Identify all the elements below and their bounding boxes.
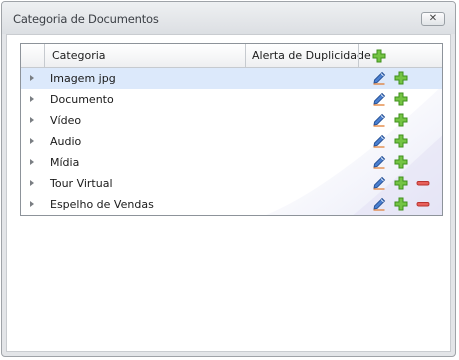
- close-button[interactable]: ✕: [421, 12, 445, 26]
- expand-arrow-icon[interactable]: [30, 159, 34, 165]
- edit-button[interactable]: [372, 155, 386, 169]
- category-name: Imagem jpg: [50, 72, 116, 85]
- category-name: Mídia: [50, 156, 80, 169]
- table-row[interactable]: Mídia: [21, 152, 442, 173]
- add-subcategory-button[interactable]: [394, 71, 408, 85]
- add-category-button[interactable]: [372, 49, 386, 63]
- dialog-content: Categoria Alerta de Duplicidade Imagem j…: [6, 34, 451, 352]
- add-subcategory-button[interactable]: [394, 197, 408, 211]
- category-name: Espelho de Vendas: [50, 198, 154, 211]
- header-separator: [358, 44, 359, 67]
- grid-header: Categoria Alerta de Duplicidade: [21, 44, 442, 68]
- close-icon: ✕: [428, 13, 438, 24]
- table-row[interactable]: Audio: [21, 131, 442, 152]
- column-header-categoria[interactable]: Categoria: [52, 44, 106, 67]
- add-subcategory-button[interactable]: [394, 134, 408, 148]
- category-name: Documento: [50, 93, 114, 106]
- expand-arrow-icon[interactable]: [30, 138, 34, 144]
- category-name: Tour Virtual: [50, 177, 113, 190]
- add-subcategory-button[interactable]: [394, 176, 408, 190]
- expand-arrow-icon[interactable]: [30, 201, 34, 207]
- remove-button[interactable]: [416, 176, 430, 190]
- edit-button[interactable]: [372, 71, 386, 85]
- table-row[interactable]: Vídeo: [21, 110, 442, 131]
- add-subcategory-button[interactable]: [394, 155, 408, 169]
- table-row[interactable]: Imagem jpg: [21, 68, 442, 89]
- dialog-titlebar[interactable]: Categoria de Documentos ✕: [2, 2, 455, 34]
- category-name: Audio: [50, 135, 82, 148]
- add-subcategory-button[interactable]: [394, 113, 408, 127]
- column-header-alerta[interactable]: Alerta de Duplicidade: [252, 44, 371, 67]
- category-name: Vídeo: [50, 114, 82, 127]
- table-row[interactable]: Tour Virtual: [21, 173, 442, 194]
- edit-button[interactable]: [372, 113, 386, 127]
- category-grid: Categoria Alerta de Duplicidade Imagem j…: [20, 43, 443, 216]
- expand-arrow-icon[interactable]: [30, 96, 34, 102]
- expand-arrow-icon[interactable]: [30, 75, 34, 81]
- header-separator: [44, 44, 45, 67]
- category-dialog: Categoria de Documentos ✕ Categoria Aler…: [1, 1, 456, 357]
- add-subcategory-button[interactable]: [394, 92, 408, 106]
- edit-button[interactable]: [372, 176, 386, 190]
- table-row[interactable]: Documento: [21, 89, 442, 110]
- header-separator: [245, 44, 246, 67]
- edit-button[interactable]: [372, 197, 386, 211]
- expand-arrow-icon[interactable]: [30, 180, 34, 186]
- dialog-title: Categoria de Documentos: [13, 12, 159, 26]
- table-row[interactable]: Espelho de Vendas: [21, 194, 442, 215]
- remove-button[interactable]: [416, 197, 430, 211]
- expand-arrow-icon[interactable]: [30, 117, 34, 123]
- edit-button[interactable]: [372, 92, 386, 106]
- edit-button[interactable]: [372, 134, 386, 148]
